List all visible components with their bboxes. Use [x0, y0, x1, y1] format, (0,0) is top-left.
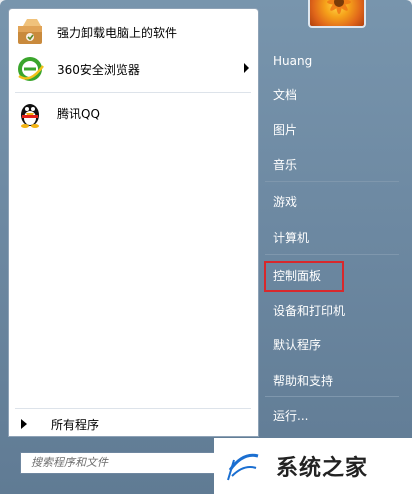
search-placeholder: 搜索程序和文件	[31, 456, 108, 469]
user-avatar[interactable]	[308, 0, 366, 28]
program-label: 强力卸载电脑上的软件	[57, 25, 178, 40]
user-name[interactable]: Huang	[265, 50, 405, 72]
program-360-browser[interactable]: 360安全浏览器	[15, 52, 253, 86]
program-qq[interactable]: 腾讯QQ	[15, 96, 253, 130]
separator	[265, 396, 399, 397]
program-label: 360安全浏览器	[57, 62, 140, 77]
separator	[265, 181, 399, 182]
arrow-right-icon	[21, 419, 27, 429]
flower-picture-icon	[327, 0, 351, 14]
menu-default-programs[interactable]: 默认程序	[265, 334, 405, 356]
qq-penguin-icon	[15, 98, 45, 128]
start-menu: 强力卸载电脑上的软件 360安全浏览器 腾讯QQ 所有程序 搜索程序和文件 Hu…	[0, 0, 412, 494]
menu-devices-printers[interactable]: 设备和打印机	[265, 300, 405, 322]
menu-help-support[interactable]: 帮助和支持	[265, 370, 405, 392]
360-browser-icon	[15, 54, 45, 84]
uninstaller-box-icon	[15, 17, 45, 47]
program-label: 腾讯QQ	[57, 106, 100, 121]
watermark-text: 系统之家	[276, 456, 369, 481]
separator	[265, 254, 399, 255]
all-programs-button[interactable]: 所有程序	[15, 413, 253, 435]
menu-games[interactable]: 游戏	[265, 191, 405, 213]
menu-computer[interactable]: 计算机	[265, 227, 405, 249]
watermark: 系统之家	[214, 438, 412, 494]
submenu-arrow-icon[interactable]	[244, 63, 249, 73]
programs-panel: 强力卸载电脑上的软件 360安全浏览器 腾讯QQ 所有程序	[8, 8, 259, 437]
menu-music[interactable]: 音乐	[265, 154, 405, 176]
menu-run[interactable]: 运行...	[265, 405, 405, 427]
separator	[15, 92, 251, 93]
separator	[15, 408, 251, 409]
menu-pictures[interactable]: 图片	[265, 119, 405, 141]
program-uninstaller[interactable]: 强力卸载电脑上的软件	[15, 15, 253, 49]
menu-documents[interactable]: 文档	[265, 84, 405, 106]
control-panel-highlight	[264, 261, 344, 292]
watermark-logo-icon	[224, 446, 262, 484]
all-programs-label: 所有程序	[51, 417, 100, 432]
search-input[interactable]: 搜索程序和文件	[20, 452, 220, 474]
